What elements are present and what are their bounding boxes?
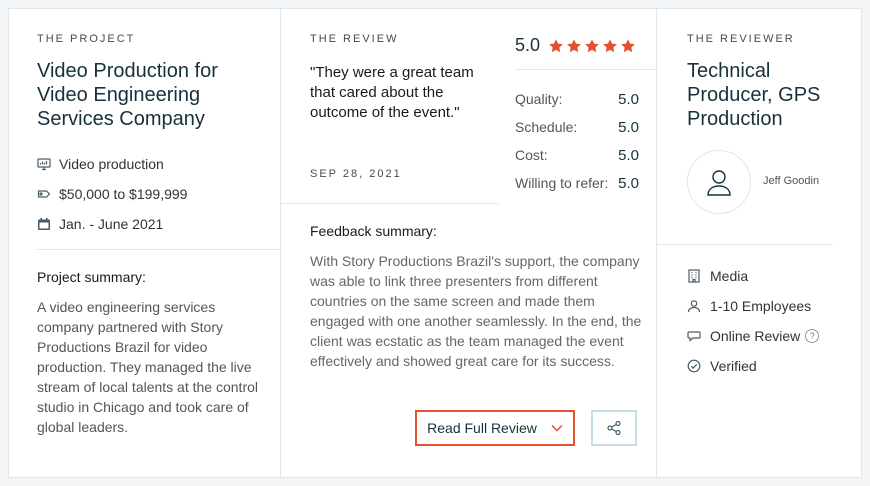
score-value: 5.0 — [618, 118, 639, 136]
avatar — [687, 150, 751, 214]
score-label: Cost: — [515, 147, 548, 163]
share-icon — [607, 420, 621, 436]
share-button[interactable] — [591, 410, 637, 446]
check-circle-icon — [687, 359, 701, 373]
overall-rating: 5.0 — [515, 35, 638, 56]
divider — [281, 203, 499, 204]
score-row-schedule: Schedule: 5.0 — [515, 113, 639, 141]
score-value: 5.0 — [618, 174, 639, 192]
overall-rating-value: 5.0 — [515, 35, 541, 55]
project-summary-label: Project summary: — [37, 269, 146, 285]
score-label: Willing to refer: — [515, 175, 609, 191]
project-dates-text: Jan. - June 2021 — [59, 216, 164, 232]
feedback-summary-label: Feedback summary: — [310, 223, 437, 239]
feedback-summary-text: With Story Productions Brazil's support,… — [310, 253, 642, 369]
chat-bubble-icon — [687, 331, 701, 342]
help-icon[interactable]: ? — [805, 329, 820, 343]
review-column: THE REVIEW "They were a great team that … — [281, 9, 657, 477]
project-meta-dates: Jan. - June 2021 — [37, 209, 187, 239]
person-icon — [687, 300, 701, 313]
chevron-down-icon — [551, 424, 563, 432]
star-icon — [621, 38, 635, 52]
score-label: Quality: — [515, 91, 563, 107]
star-icon — [585, 38, 599, 52]
score-value: 5.0 — [618, 90, 639, 108]
user-icon — [707, 170, 731, 196]
calendar-icon — [38, 218, 50, 230]
project-service-text: Video production — [59, 156, 164, 172]
star-icon — [549, 38, 563, 52]
score-row-quality: Quality: 5.0 — [515, 85, 639, 113]
review-eyebrow: THE REVIEW — [310, 33, 399, 45]
reviewer-name: Jeff Goodin — [763, 175, 820, 187]
review-card: THE PROJECT Video Production for Video E… — [8, 8, 862, 478]
score-row-cost: Cost: 5.0 — [515, 141, 639, 169]
reviewer-column: THE REVIEWER Technical Producer, GPS Pro… — [657, 9, 863, 477]
star-rating — [548, 38, 638, 54]
score-row-willing-to-refer: Willing to refer: 5.0 — [515, 169, 639, 197]
project-meta-list: Video production $50,000 to $199,999 Jan… — [37, 149, 187, 239]
price-tag-icon — [37, 190, 51, 198]
reviewer-industry: Media — [687, 261, 819, 291]
read-full-review-label: Read Full Review — [427, 420, 537, 436]
reviewer-review-type-text: Online Review — [710, 328, 801, 344]
reviewer-company-size-text: 1-10 Employees — [710, 298, 812, 314]
divider — [657, 244, 833, 245]
project-meta-budget: $50,000 to $199,999 — [37, 179, 187, 209]
star-icon — [567, 38, 581, 52]
project-eyebrow: THE PROJECT — [37, 33, 136, 45]
reviewer-industry-text: Media — [710, 268, 749, 284]
reviewer-eyebrow: THE REVIEWER — [687, 33, 795, 45]
project-meta-service: Video production — [37, 149, 187, 179]
score-breakdown: Quality: 5.0 Schedule: 5.0 Cost: 5.0 Wil… — [515, 85, 639, 197]
reviewer-verified: Verified — [687, 351, 819, 381]
reviewer-company-size: 1-10 Employees — [687, 291, 819, 321]
reviewer-title: Technical Producer, GPS Production — [687, 60, 821, 130]
score-label: Schedule: — [515, 119, 578, 135]
reviewer-verified-text: Verified — [710, 358, 757, 374]
project-budget-text: $50,000 to $199,999 — [59, 186, 188, 202]
score-value: 5.0 — [618, 146, 639, 164]
divider — [515, 69, 657, 70]
project-column: THE PROJECT Video Production for Video E… — [9, 9, 281, 477]
reviewer-details-list: Media 1-10 Employees Online Review ? Ver… — [687, 261, 820, 381]
review-quote: "They were a great team that cared about… — [310, 64, 474, 121]
monitor-icon — [37, 158, 51, 171]
review-date: SEP 28, 2021 — [310, 168, 402, 180]
star-icon — [603, 38, 617, 52]
divider — [37, 249, 281, 250]
building-icon — [688, 269, 700, 283]
read-full-review-button[interactable]: Read Full Review — [415, 410, 575, 446]
project-summary-text: A video engineering services company par… — [37, 299, 258, 435]
project-title: Video Production for Video Engineering S… — [37, 60, 218, 130]
reviewer-review-type: Online Review ? — [687, 321, 820, 351]
